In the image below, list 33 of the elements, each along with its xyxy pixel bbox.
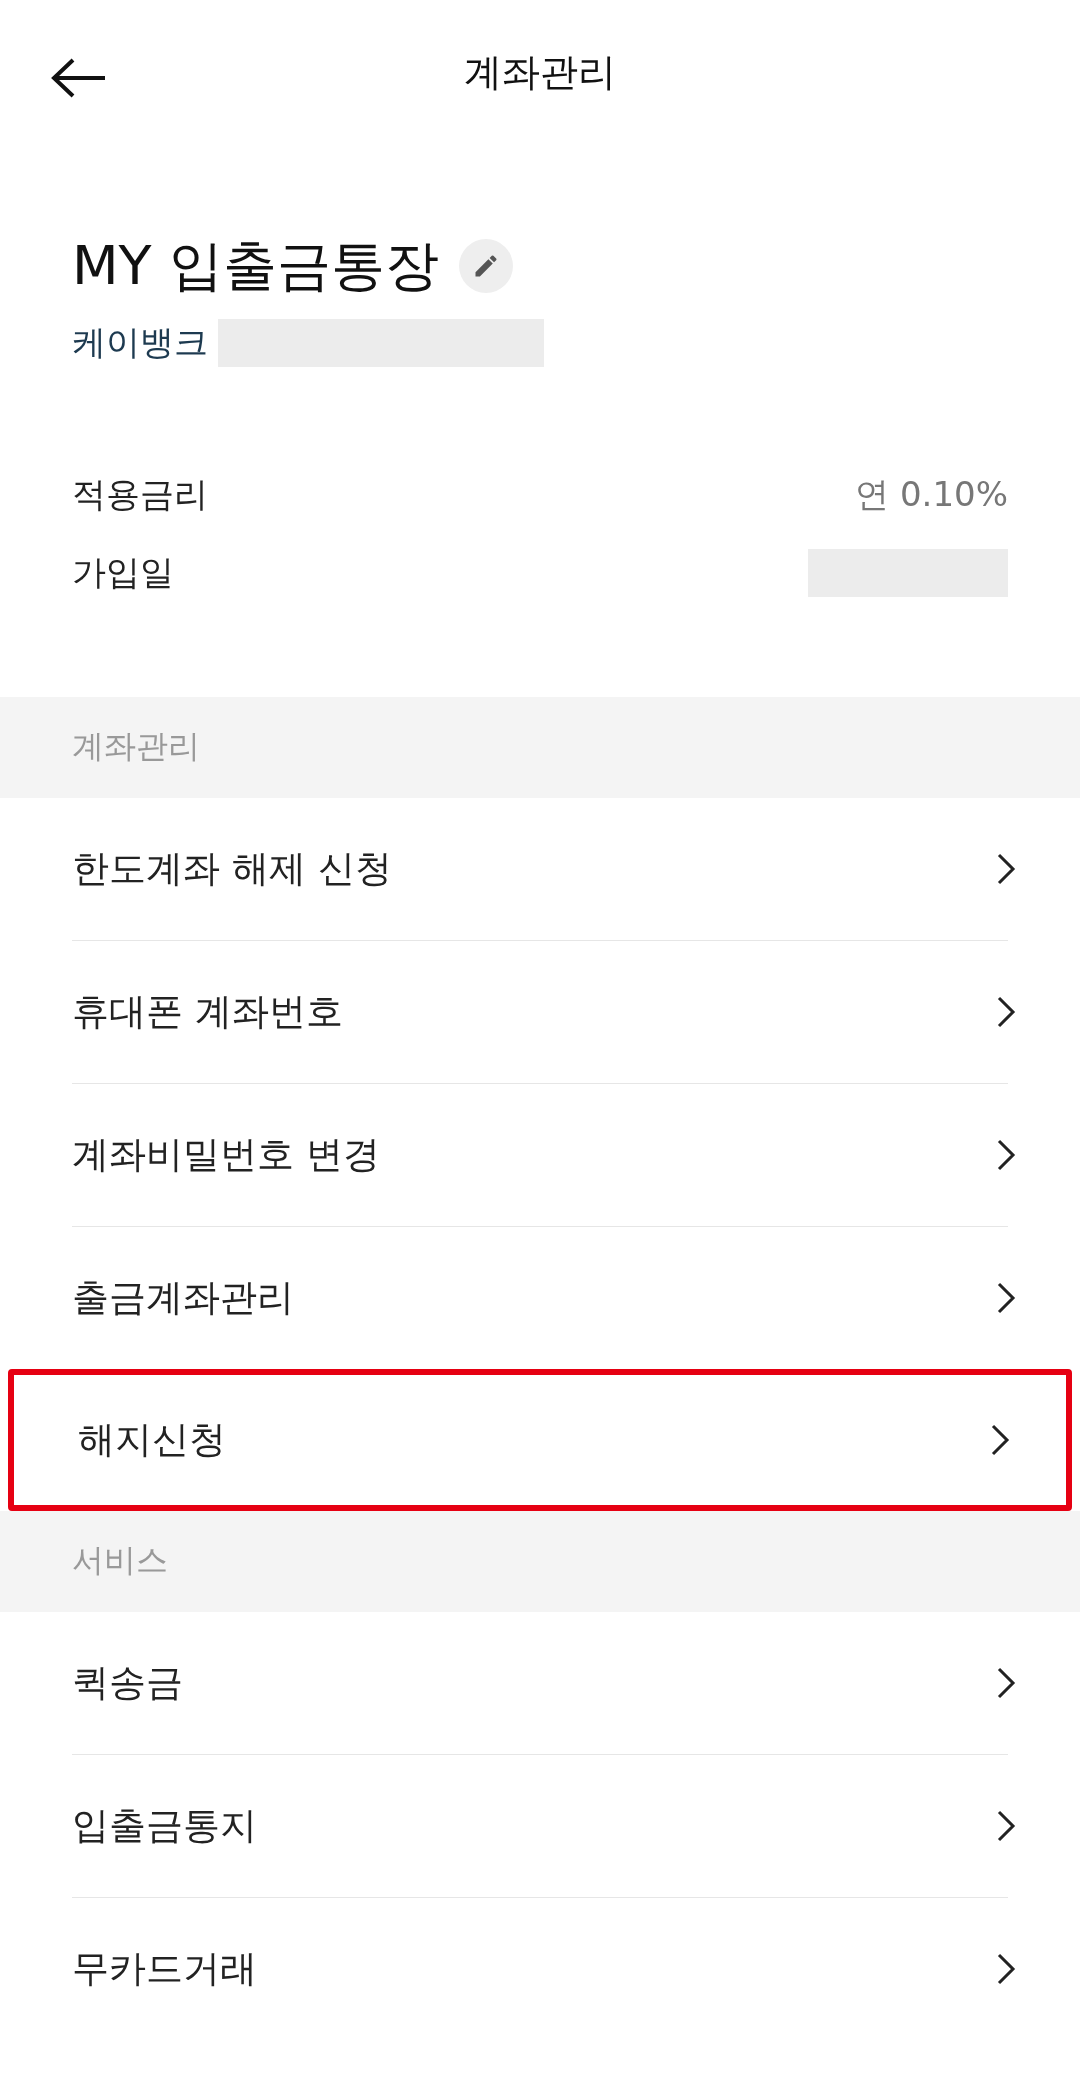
menu-item-label: 입출금통지 [72,1803,257,1849]
menu-item[interactable]: 입출금통지 [0,1755,1080,1897]
chevron-right-icon [996,1280,1016,1315]
chevron-right-icon [996,1137,1016,1172]
menu-item[interactable]: 퀵송금 [0,1612,1080,1754]
menu-item-label: 계좌비밀번호 변경 [72,1131,380,1178]
menu-item-label: 출금계좌관리 [72,1274,294,1321]
detail-label: 적용금리 [72,472,208,516]
section-title: 서비스 [72,1540,168,1582]
chevron-right-icon [996,1666,1016,1700]
chevron-right-icon [996,994,1016,1029]
menu-item[interactable]: 계좌비밀번호 변경 [0,1083,1080,1226]
account-name: MY 입출금통장 [72,232,439,299]
chevron-right-icon [996,851,1016,886]
section-title: 계좌관리 [72,726,200,768]
menu-item[interactable]: 출금계좌관리 [0,1226,1080,1369]
menu-item[interactable]: 무카드거래 [0,1898,1080,2040]
chevron-right-icon [990,1422,1010,1457]
menu-item-label: 한도계좌 해제 신청 [72,845,392,892]
menu-item[interactable]: 해지신청 [8,1368,1072,1511]
bank-name: 케이뱅크 [72,320,208,364]
back-arrow-icon [51,58,107,98]
menu-item-label: 퀵송금 [72,1660,183,1706]
menu-item[interactable]: 한도계좌 해제 신청 [0,797,1080,940]
detail-label: 가입일 [72,550,174,594]
page-title: 계좌관리 [464,49,616,97]
detail-value: 연 0.10% [855,472,1008,516]
chevron-right-icon [996,1952,1016,1986]
menu-item[interactable]: 휴대폰 계좌번호 [0,940,1080,1083]
menu-item-label: 해지신청 [78,1416,226,1463]
menu-item-label: 휴대폰 계좌번호 [72,988,343,1035]
chevron-right-icon [996,1809,1016,1843]
menu-item-label: 무카드거래 [72,1946,257,1992]
